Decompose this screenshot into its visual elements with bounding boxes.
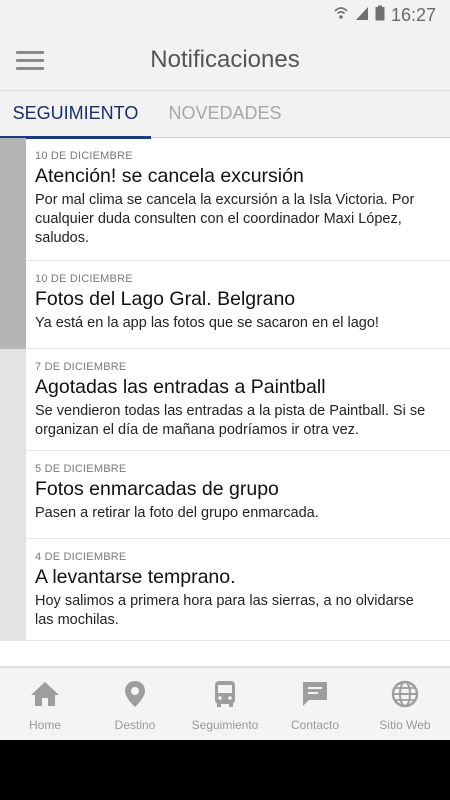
nav-label: Sitio Web — [379, 718, 431, 732]
notification-date: 5 DE DICIEMBRE — [35, 463, 127, 475]
tab-novedades[interactable]: NOVEDADES — [155, 91, 295, 138]
app-screen: 16:27 Notificaciones SEGUIMIENTO NOVEDAD… — [0, 0, 450, 740]
location-pin-icon — [90, 680, 180, 708]
globe-icon — [360, 680, 450, 708]
nav-destino[interactable]: Destino — [90, 668, 180, 740]
nav-home[interactable]: Home — [0, 668, 90, 740]
signal-icon — [355, 5, 369, 26]
system-navigation-bar — [0, 740, 450, 800]
status-bar: 16:27 — [0, 0, 450, 30]
nav-sitio-web[interactable]: Sitio Web — [360, 668, 450, 740]
battery-icon — [375, 5, 385, 26]
read-indicator — [0, 451, 26, 539]
bottom-navigation: Home Destino Seguimiento Contacto Sitio … — [0, 666, 450, 740]
notification-body: Se vendieron todas las entradas a la pis… — [35, 403, 426, 438]
notification-body: Por mal clima se cancela la excursión a … — [35, 192, 415, 246]
wifi-icon — [333, 5, 349, 26]
tab-bar: SEGUIMIENTO NOVEDADES — [0, 90, 450, 139]
unread-indicator — [0, 138, 26, 261]
status-icons: 16:27 — [333, 4, 436, 26]
tab-seguimiento[interactable]: SEGUIMIENTO — [0, 91, 151, 139]
read-indicator — [0, 539, 26, 641]
nav-seguimiento[interactable]: Seguimiento — [180, 668, 270, 740]
notification-title: Agotadas las entradas a Paintball — [35, 376, 326, 398]
notification-title: Fotos enmarcadas de grupo — [35, 478, 279, 500]
notification-date: 10 DE DICIEMBRE — [35, 150, 133, 162]
status-time: 16:27 — [390, 4, 436, 25]
nav-label: Seguimiento — [191, 718, 259, 732]
notification-item[interactable]: 5 DE DICIEMBRE Fotos enmarcadas de grupo… — [0, 451, 450, 539]
chat-icon — [270, 680, 360, 708]
nav-label: Destino — [114, 718, 156, 732]
notification-title: A levantarse temprano. — [35, 566, 236, 588]
notification-body: Ya está en la app las fotos que se sacar… — [35, 315, 379, 331]
notification-date: 10 DE DICIEMBRE — [35, 273, 133, 285]
nav-label: Home — [28, 718, 61, 732]
unread-indicator — [0, 261, 26, 349]
home-icon — [0, 680, 90, 708]
notification-title: Atención! se cancela excursión — [35, 165, 304, 187]
notification-item[interactable]: 4 DE DICIEMBRE A levantarse temprano. Ho… — [0, 539, 450, 641]
notification-date: 4 DE DICIEMBRE — [35, 551, 127, 563]
page-title: Notificaciones — [150, 46, 300, 73]
read-indicator — [0, 349, 26, 451]
notification-list: 10 DE DICIEMBRE Atención! se cancela exc… — [0, 138, 450, 666]
notification-title: Fotos del Lago Gral. Belgrano — [35, 288, 296, 310]
nav-label: Contacto — [290, 718, 340, 732]
notification-item[interactable]: 7 DE DICIEMBRE Agotadas las entradas a P… — [0, 349, 450, 451]
notification-item[interactable]: 10 DE DICIEMBRE Fotos del Lago Gral. Bel… — [0, 261, 450, 349]
notification-body: Pasen a retirar la foto del grupo enmarc… — [35, 505, 319, 521]
nav-contacto[interactable]: Contacto — [270, 668, 360, 740]
notification-date: 7 DE DICIEMBRE — [35, 361, 127, 373]
bus-icon — [180, 680, 270, 708]
app-bar: Notificaciones — [0, 30, 450, 90]
notification-body: Hoy salimos a primera hora para las sier… — [35, 593, 414, 628]
notification-item[interactable]: 10 DE DICIEMBRE Atención! se cancela exc… — [0, 138, 450, 261]
